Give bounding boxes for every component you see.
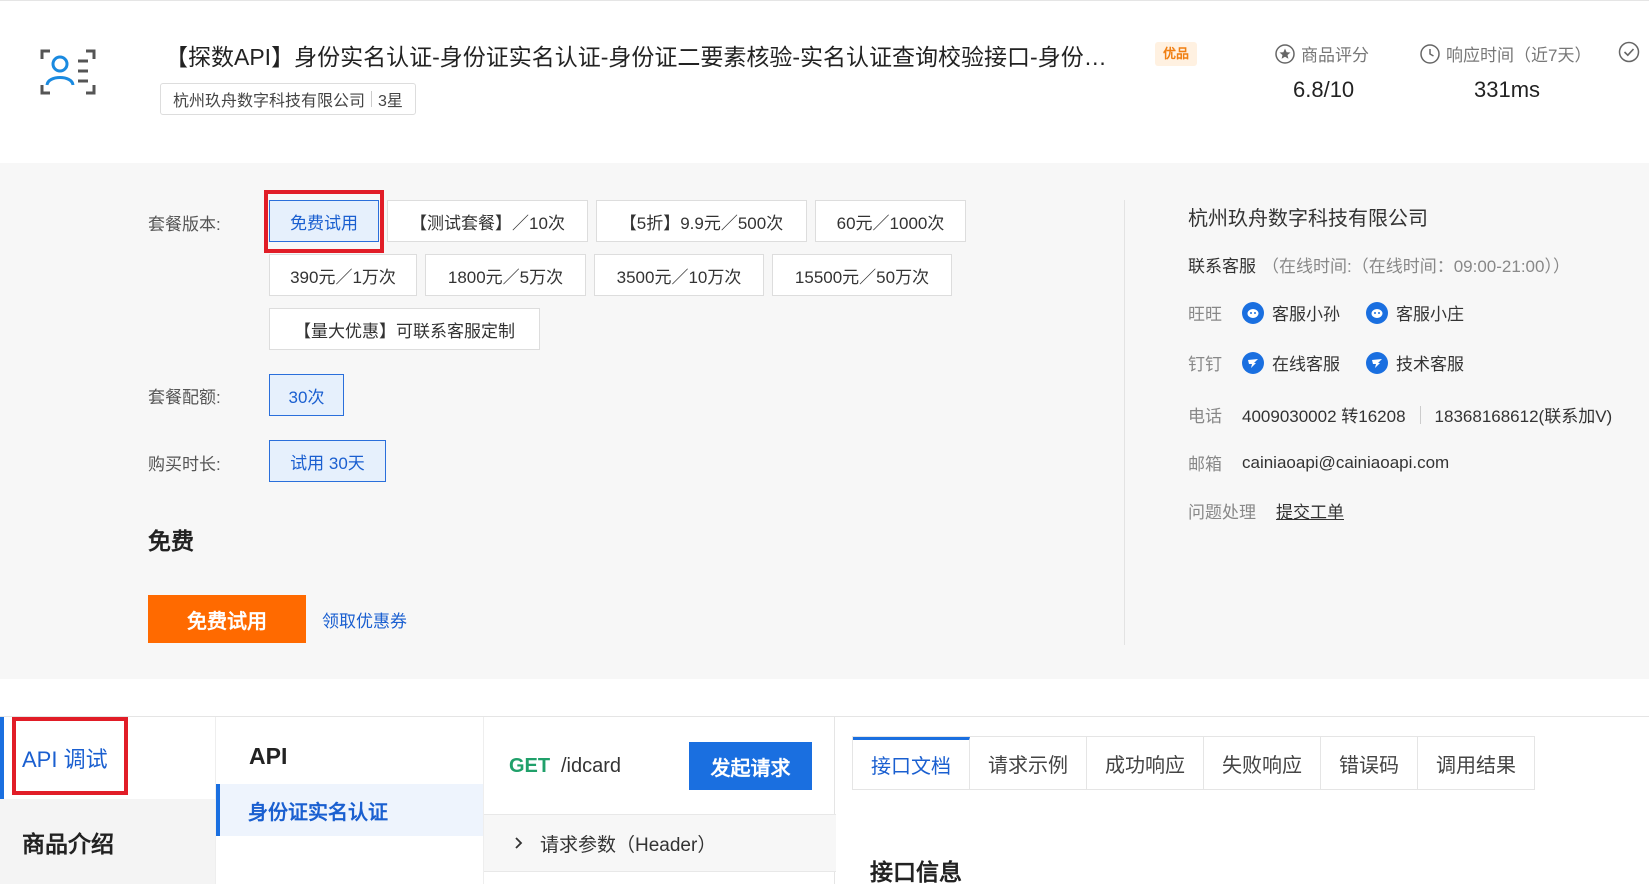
- wangwang-contact-1[interactable]: 客服小孙: [1242, 300, 1340, 325]
- phone-2: 18368168612(联系加V): [1434, 407, 1613, 426]
- option-500-times[interactable]: 【5折】9.9元／500次: [596, 200, 807, 242]
- coupon-link[interactable]: 领取优惠券: [322, 607, 407, 632]
- wangwang-icon: [1242, 301, 1264, 324]
- api-list: API 身份证实名认证: [215, 717, 484, 884]
- option-500k-times[interactable]: 15500元／50万次: [772, 254, 952, 296]
- company-tag[interactable]: 杭州玖舟数字科技有限公司 3星: [160, 83, 416, 115]
- duration-option[interactable]: 试用 30天: [269, 440, 386, 482]
- api-list-heading: API: [249, 743, 288, 769]
- duration-label: 购买时长:: [148, 455, 221, 474]
- price: 免费: [148, 528, 194, 554]
- option-free-trial[interactable]: 免费试用: [269, 200, 379, 242]
- contact-company: 杭州玖舟数字科技有限公司: [1188, 208, 1428, 230]
- dingding-contact-1[interactable]: 在线客服: [1242, 350, 1340, 375]
- quota-option[interactable]: 30次: [269, 374, 344, 416]
- response-time-value: 331ms: [1474, 77, 1541, 102]
- divider: [371, 91, 373, 107]
- send-request-button[interactable]: 发起请求: [689, 742, 812, 790]
- phone-label: 电话: [1188, 407, 1222, 426]
- wangwang-label: 旺旺: [1188, 305, 1222, 324]
- response-time-label: 响应时间（近7天）: [1446, 46, 1592, 65]
- api-path: /idcard: [561, 755, 622, 777]
- request-panel: GET /idcard 发起请求 请求参数（Header）: [483, 717, 836, 884]
- dingding-contact-2[interactable]: 技术客服: [1366, 350, 1464, 375]
- side-nav-product-intro[interactable]: 商品介绍: [0, 799, 215, 884]
- issue-row: 问题处理 提交工单: [1188, 498, 1344, 523]
- option-test-package[interactable]: 【测试套餐】／10次: [387, 200, 588, 242]
- email-label: 邮箱: [1188, 455, 1222, 474]
- package-version-label: 套餐版本:: [148, 215, 221, 234]
- email-row: 邮箱 cainiaoapi@cainiaoapi.com: [1188, 450, 1449, 475]
- dingtalk-icon: [1242, 351, 1264, 374]
- star-circle-icon: [1275, 43, 1295, 64]
- option-1000-times[interactable]: 60元／1000次: [815, 200, 966, 242]
- tab-success-response[interactable]: 成功响应: [1087, 737, 1204, 789]
- dingding-label: 钉钉: [1188, 355, 1222, 374]
- wangwang-row: 旺旺 客服小孙 客服小庄: [1188, 300, 1490, 325]
- side-nav-api-debug[interactable]: API 调试: [0, 717, 215, 799]
- option-50k-times[interactable]: 1800元／5万次: [425, 254, 586, 296]
- star-level: 3星: [378, 93, 403, 110]
- api-item-idcard[interactable]: 身份证实名认证: [216, 784, 484, 836]
- dingtalk-icon: [1366, 351, 1388, 374]
- phone-1: 4009030002 转16208: [1242, 407, 1406, 426]
- chevron-right-icon: [515, 837, 523, 849]
- wangwang-contact-name: 客服小孙: [1272, 305, 1340, 324]
- top-border: [0, 0, 1649, 4]
- contact-service-label: 联系客服: [1188, 257, 1256, 276]
- dingding-row: 钉钉 在线客服 技术客服: [1188, 350, 1490, 375]
- wangwang-contact-name: 客服小庄: [1396, 305, 1464, 324]
- email-value: cainiaoapi@cainiaoapi.com: [1242, 452, 1450, 472]
- tab-request-example[interactable]: 请求示例: [970, 737, 1087, 789]
- product-header: 【探数API】身份实名认证-身份证实名认证-身份证二要素核验-实名认证查询校验接…: [0, 5, 1649, 163]
- option-100k-times[interactable]: 3500元／10万次: [594, 254, 764, 296]
- quota-label: 套餐配额:: [148, 388, 221, 407]
- rating-value: 6.8/10: [1293, 77, 1355, 102]
- check-circle-icon: [1618, 41, 1646, 63]
- service-hours: （在线时间:（在线时间：09:00-21:00））: [1262, 257, 1570, 276]
- clock-icon: [1420, 43, 1440, 64]
- dingding-contact-name: 在线客服: [1272, 355, 1340, 374]
- company-name: 杭州玖舟数字科技有限公司: [173, 93, 366, 110]
- api-debug-section: API 调试 商品介绍 API 身份证实名认证 GET /idcard 发起请求…: [0, 716, 1649, 885]
- free-trial-button[interactable]: 免费试用: [148, 595, 306, 643]
- option-custom-bulk[interactable]: 【量大优惠】可联系客服定制: [269, 308, 540, 350]
- rating-metric: 商品评分: [1275, 41, 1369, 66]
- side-nav: API 调试 商品介绍: [0, 717, 215, 884]
- tab-call-result[interactable]: 调用结果: [1418, 737, 1534, 789]
- wangwang-contact-2[interactable]: 客服小庄: [1366, 300, 1464, 325]
- doc-section-heading: 接口信息: [870, 859, 962, 885]
- divider: [1419, 405, 1421, 424]
- tab-failure-response[interactable]: 失败响应: [1204, 737, 1321, 789]
- divider: [1124, 200, 1125, 645]
- tab-api-doc[interactable]: 接口文档: [853, 737, 970, 789]
- phone-row: 电话 4009030002 转16208 18368168612(联系加V): [1188, 402, 1612, 427]
- request-params-label: 请求参数（Header）: [540, 834, 717, 856]
- issue-label: 问题处理: [1188, 503, 1256, 522]
- wangwang-icon: [1366, 301, 1388, 324]
- rating-label: 商品评分: [1301, 46, 1369, 65]
- doc-tabs: 接口文档 请求示例 成功响应 失败响应 错误码 调用结果: [852, 736, 1535, 790]
- response-time-metric: 响应时间（近7天）: [1420, 41, 1591, 66]
- request-params-header-toggle[interactable]: 请求参数（Header）: [484, 814, 836, 872]
- http-method: GET: [509, 755, 551, 777]
- product-title: 【探数API】身份实名认证-身份证实名认证-身份证二要素核验-实名认证查询校验接…: [165, 44, 1107, 70]
- option-10k-times[interactable]: 390元／1万次: [269, 254, 417, 296]
- tab-error-codes[interactable]: 错误码: [1321, 737, 1418, 789]
- id-card-icon: [38, 47, 98, 97]
- premium-badge: 优品: [1155, 42, 1198, 66]
- contact-service-row: 联系客服 （在线时间:（在线时间：09:00-21:00））: [1188, 252, 1570, 277]
- dingding-contact-name: 技术客服: [1396, 355, 1464, 374]
- submit-ticket-link[interactable]: 提交工单: [1276, 498, 1344, 523]
